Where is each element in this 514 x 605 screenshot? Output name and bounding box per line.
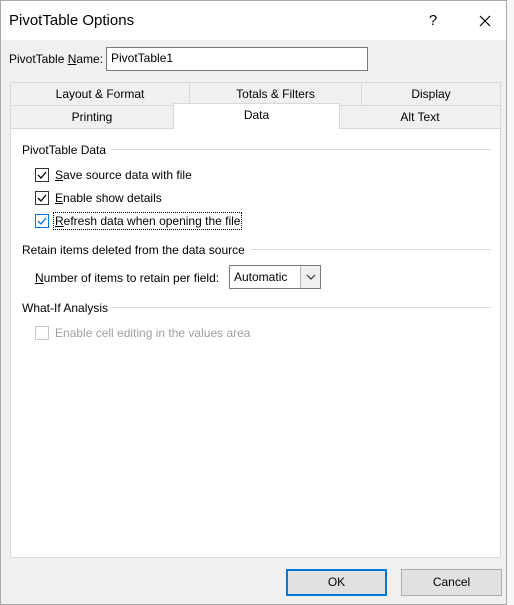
checkmark-icon (37, 194, 47, 202)
option-refresh-on-open[interactable]: Refresh data when opening the file (35, 212, 243, 230)
group-title-retain-items: Retain items deleted from the data sourc… (22, 243, 245, 257)
chevron-down-icon (306, 274, 315, 280)
group-title-pivottable-data: PivotTable Data (22, 143, 107, 157)
help-label: ? (428, 12, 438, 29)
enable-show-details-label: Enable show details (55, 191, 162, 205)
option-save-source-data[interactable]: Save source data with file (35, 168, 192, 182)
dialog-title: PivotTable Options (9, 12, 135, 29)
cancel-button[interactable]: Cancel (401, 569, 502, 596)
pivottable-name-label: PivotTable Name: (9, 52, 104, 66)
close-button[interactable] (471, 7, 499, 35)
retain-items-value: Automatic (234, 270, 288, 284)
pivottable-options-dialog: PivotTable Options ? PivotTable Name: Pi… (0, 0, 507, 605)
tab-alt-text[interactable]: Alt Text (339, 105, 501, 129)
option-enable-cell-editing[interactable]: Enable cell editing in the values area (35, 326, 250, 340)
group-divider (111, 149, 491, 150)
background-app-edge (506, 0, 514, 605)
pivottable-name-value: PivotTable1 (111, 51, 174, 65)
group-title-what-if: What-If Analysis (22, 301, 109, 315)
save-source-data-checkbox[interactable] (35, 168, 49, 182)
enable-cell-editing-checkbox[interactable] (35, 326, 49, 340)
retain-items-select[interactable]: Automatic (229, 265, 321, 289)
checkmark-icon (37, 217, 47, 225)
tab-layout-format[interactable]: Layout & Format (10, 82, 190, 106)
tab-data[interactable]: Data (173, 103, 340, 129)
tab-display[interactable]: Display (361, 82, 501, 106)
checkmark-icon (37, 171, 47, 179)
enable-cell-editing-label: Enable cell editing in the values area (55, 326, 251, 340)
save-source-data-label: Save source data with file (55, 168, 192, 182)
ok-button[interactable]: OK (286, 569, 387, 596)
pivottable-name-input[interactable]: PivotTable1 (106, 47, 368, 71)
retain-items-label: Number of items to retain per field: (35, 271, 220, 285)
help-button[interactable]: ? (419, 7, 447, 35)
refresh-on-open-label: Refresh data when opening the file (52, 212, 243, 230)
group-divider (251, 249, 491, 250)
title-bar: PivotTable Options ? (1, 1, 506, 40)
close-icon (479, 15, 491, 27)
dropdown-button[interactable] (300, 266, 320, 288)
tab-printing[interactable]: Printing (10, 105, 174, 129)
option-enable-show-details[interactable]: Enable show details (35, 191, 162, 205)
enable-show-details-checkbox[interactable] (35, 191, 49, 205)
refresh-on-open-checkbox[interactable] (35, 214, 49, 228)
group-divider (111, 307, 491, 308)
